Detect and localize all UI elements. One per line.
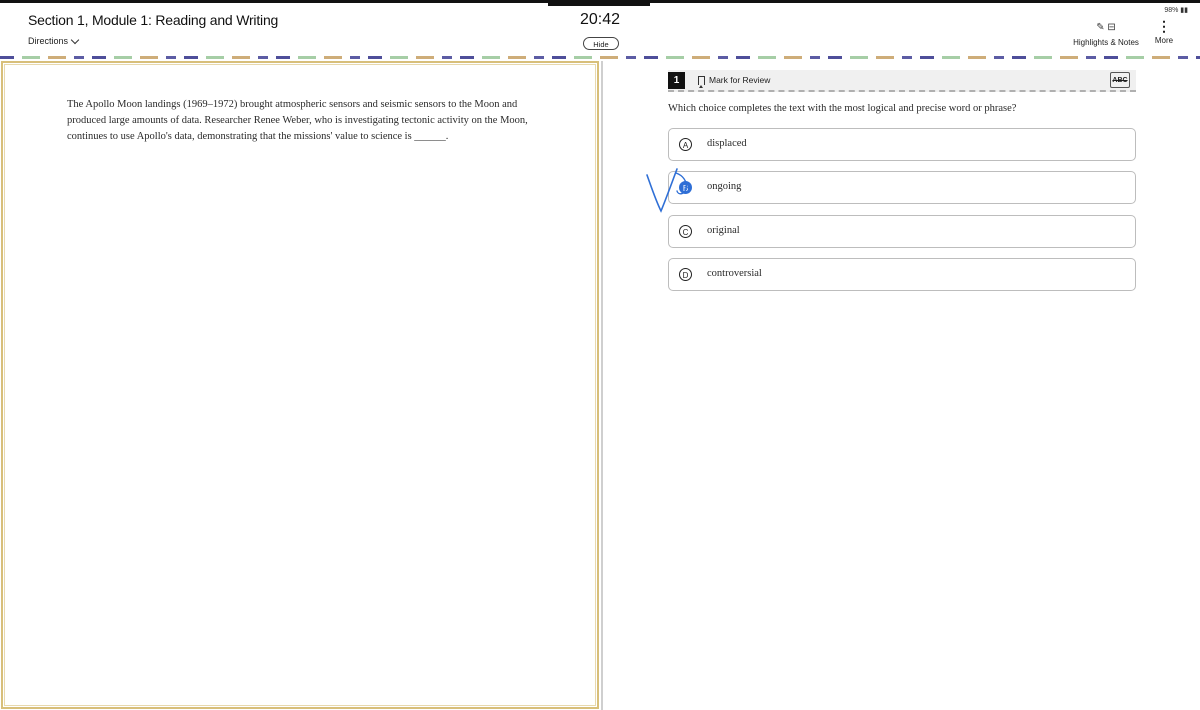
bookmark-icon [698, 75, 705, 88]
highlights-notes-label: Highlights & Notes [1073, 38, 1139, 47]
answer-eliminator-button[interactable]: ABC [1110, 72, 1130, 88]
option-letter: B [679, 181, 692, 194]
passage-text: The Apollo Moon landings (1969–1972) bro… [67, 99, 528, 142]
more-button[interactable]: ⋮ More [1150, 18, 1178, 45]
highlights-notes-button[interactable]: ✎ ⊟ Highlights & Notes [1066, 22, 1146, 47]
option-text: original [707, 225, 740, 236]
question-prompt: Which choice completes the text with the… [668, 103, 1017, 114]
option-text: controversial [707, 268, 762, 279]
answer-option-c[interactable]: C original [668, 215, 1136, 248]
timer-tab [548, 0, 650, 6]
directions-toggle[interactable]: Directions [28, 35, 80, 46]
battery-indicator: 98% ▮▮ [1164, 7, 1188, 14]
hide-timer-button[interactable]: Hide [583, 37, 619, 50]
answer-option-a[interactable]: A displaced [668, 128, 1136, 161]
directions-label: Directions [28, 36, 69, 46]
more-label: More [1154, 36, 1174, 45]
question-header: 1 Mark for Review ABC [668, 70, 1136, 92]
highlight-note-icon: ✎ ⊟ [1096, 22, 1116, 33]
passage-panel: The Apollo Moon landings (1969–1972) bro… [1, 61, 599, 709]
option-text: displaced [707, 138, 747, 149]
section-title: Section 1, Module 1: Reading and Writing [28, 12, 279, 28]
exam-screen: 98% ▮▮ Section 1, Module 1: Reading and … [0, 0, 1200, 710]
more-icon: ⋮ [1157, 18, 1171, 34]
header-divider [0, 56, 1200, 59]
mark-for-review-button[interactable]: Mark for Review [698, 75, 771, 88]
option-letter: D [679, 268, 692, 281]
option-text: ongoing [707, 181, 742, 192]
question-number: 1 [668, 72, 685, 89]
passage-inner-border [4, 64, 596, 706]
option-letter: C [679, 225, 692, 238]
option-letter: A [679, 138, 692, 151]
panel-divider[interactable] [601, 61, 603, 710]
answer-option-b[interactable]: B ongoing [668, 171, 1136, 204]
answer-option-d[interactable]: D controversial [668, 258, 1136, 291]
chevron-down-icon [70, 35, 80, 44]
mark-for-review-label: Mark for Review [709, 75, 771, 85]
timer: 20:42 [579, 11, 621, 28]
